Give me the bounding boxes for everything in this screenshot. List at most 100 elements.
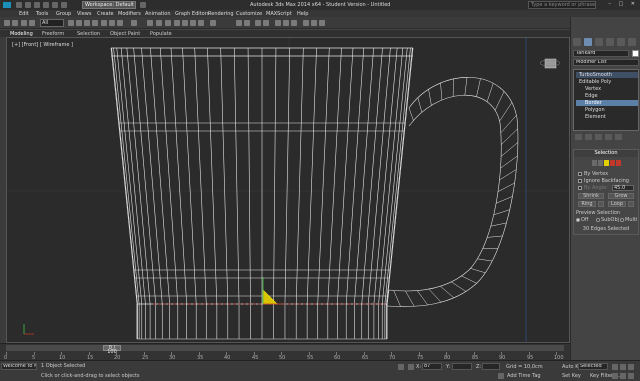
spinner-snap-icon[interactable] — [198, 20, 204, 26]
create-tab-icon[interactable] — [573, 38, 581, 46]
render-production-icon[interactable] — [319, 20, 325, 26]
stack-item-turbosmooth[interactable]: TurboSmooth — [576, 72, 638, 78]
z-coordinate-field[interactable] — [482, 363, 500, 370]
loop-button[interactable]: Loop — [608, 201, 626, 207]
stack-item-polygon[interactable]: Polygon — [576, 107, 638, 113]
keyboard-shortcut-icon[interactable] — [165, 20, 171, 26]
goto-end-icon[interactable] — [628, 364, 634, 370]
selection-rollout-title[interactable]: Selection — [574, 150, 638, 157]
y-coordinate-field[interactable] — [452, 363, 472, 370]
set-key-label[interactable]: Set Key — [562, 373, 581, 379]
by-vertex-row[interactable]: By Vertex — [578, 171, 608, 177]
workspace-dropdown[interactable]: Workspace: Default — [82, 1, 136, 9]
zoom-icon[interactable] — [612, 373, 618, 379]
app-logo-icon[interactable] — [3, 2, 11, 8]
rotate-icon[interactable] — [109, 20, 115, 26]
angle-snap-icon[interactable] — [182, 20, 188, 26]
grow-button[interactable]: Grow — [608, 193, 634, 199]
by-angle-checkbox[interactable] — [578, 185, 582, 190]
by-angle-row[interactable]: By Angle: — [578, 185, 608, 191]
preview-subobj-option[interactable]: SubObj — [596, 217, 619, 223]
redo-icon[interactable] — [52, 2, 58, 8]
shrink-button[interactable]: Shrink — [578, 193, 604, 199]
layer-manager-icon[interactable] — [255, 20, 261, 26]
preview-multi-option[interactable]: Multi — [620, 217, 637, 223]
new-scene-icon[interactable] — [16, 2, 22, 8]
stack-item-element[interactable]: Element — [576, 114, 638, 120]
preview-subobj-radio[interactable] — [596, 217, 600, 222]
polygon-level-icon[interactable] — [610, 160, 615, 166]
select-manipulate-icon[interactable] — [156, 20, 162, 26]
element-level-icon[interactable] — [616, 160, 621, 166]
object-name-field[interactable]: Tankard — [573, 50, 629, 57]
material-editor-icon[interactable] — [291, 20, 297, 26]
stack-item-vertex[interactable]: Vertex — [576, 86, 638, 92]
render-setup-icon[interactable] — [303, 20, 309, 26]
time-slider-thumb[interactable]: 0 / 100 — [103, 345, 121, 355]
border-level-icon[interactable] — [604, 160, 609, 166]
preview-off-option[interactable]: Off — [576, 217, 588, 223]
object-color-swatch[interactable] — [632, 50, 639, 57]
save-file-icon[interactable] — [34, 2, 40, 8]
stack-item-editable-poly[interactable]: Editable Poly — [576, 79, 638, 85]
selection-filter-dropdown[interactable]: All — [40, 19, 64, 27]
frame-ruler[interactable]: 0 5 10 15 20 25 30 35 40 45 50 55 60 65 70 75 80 85 90 95 10… — [4, 352, 564, 361]
add-time-tag[interactable]: Add Time Tag — [507, 373, 541, 379]
mirror-icon[interactable] — [236, 20, 242, 26]
percent-snap-icon[interactable] — [190, 20, 196, 26]
loop-spinner[interactable] — [628, 201, 634, 207]
show-end-result-icon[interactable] — [585, 134, 592, 140]
window-controls[interactable]: – □ ✕ — [608, 1, 638, 7]
play-icon[interactable] — [620, 364, 626, 370]
undo-icon[interactable] — [4, 20, 10, 26]
pin-stack-icon[interactable] — [575, 134, 582, 140]
time-tag-icon[interactable] — [498, 373, 504, 379]
front-viewport[interactable]: [+] [Front] [ Wireframe ] — [6, 37, 570, 343]
scale-icon[interactable] — [117, 20, 123, 26]
vertex-level-icon[interactable] — [592, 160, 597, 166]
viewcube-icon[interactable] — [539, 53, 561, 73]
display-tab-icon[interactable] — [617, 38, 625, 46]
schematic-view-icon[interactable] — [283, 20, 289, 26]
project-folder-icon[interactable] — [61, 2, 67, 8]
open-file-icon[interactable] — [25, 2, 31, 8]
absolute-mode-icon[interactable] — [408, 364, 414, 370]
stack-item-border[interactable]: Border — [576, 100, 638, 106]
ring-button[interactable]: Ring — [578, 201, 596, 207]
x-coordinate-field[interactable]: 87 — [422, 363, 442, 370]
named-selection-icon[interactable] — [210, 20, 216, 26]
window-crossing-icon[interactable] — [92, 20, 98, 26]
maxscript-listener[interactable]: Welcome to M — [1, 363, 37, 370]
time-slider[interactable]: 0 / 100 — [6, 345, 564, 355]
select-object-icon[interactable] — [68, 20, 74, 26]
unlink-icon[interactable] — [29, 20, 35, 26]
edge-level-icon[interactable] — [598, 160, 603, 166]
make-unique-icon[interactable] — [595, 134, 602, 140]
region-select-icon[interactable] — [84, 20, 90, 26]
ignore-backfacing-row[interactable]: Ignore Backfacing — [578, 178, 629, 184]
reference-coordinate-icon[interactable] — [131, 20, 137, 26]
by-vertex-checkbox[interactable] — [578, 171, 582, 176]
modify-tab-icon[interactable] — [584, 38, 592, 46]
rendered-frame-icon[interactable] — [311, 20, 317, 26]
snaps-toggle-icon[interactable] — [174, 20, 180, 26]
pan-icon[interactable] — [620, 373, 626, 379]
goto-start-icon[interactable] — [612, 364, 618, 370]
auto-key-selection-dropdown[interactable]: Selected — [578, 363, 608, 370]
ignore-backfacing-checkbox[interactable] — [578, 178, 582, 183]
viewport-label[interactable]: [+] [Front] [ Wireframe ] — [12, 42, 73, 48]
stack-item-edge[interactable]: Edge — [576, 93, 638, 99]
move-icon[interactable] — [101, 20, 107, 26]
hierarchy-tab-icon[interactable] — [595, 38, 603, 46]
align-icon[interactable] — [244, 20, 250, 26]
orbit-icon[interactable] — [628, 373, 634, 379]
preview-off-radio[interactable] — [576, 217, 580, 222]
pivot-center-icon[interactable] — [147, 20, 153, 26]
motion-tab-icon[interactable] — [606, 38, 614, 46]
remove-modifier-icon[interactable] — [605, 134, 612, 140]
search-input[interactable]: Type a keyword or phrase — [528, 1, 596, 9]
utilities-tab-icon[interactable] — [628, 38, 636, 46]
undo-icon[interactable] — [43, 2, 49, 8]
ring-spinner[interactable] — [598, 201, 604, 207]
configure-sets-icon[interactable] — [615, 134, 622, 140]
